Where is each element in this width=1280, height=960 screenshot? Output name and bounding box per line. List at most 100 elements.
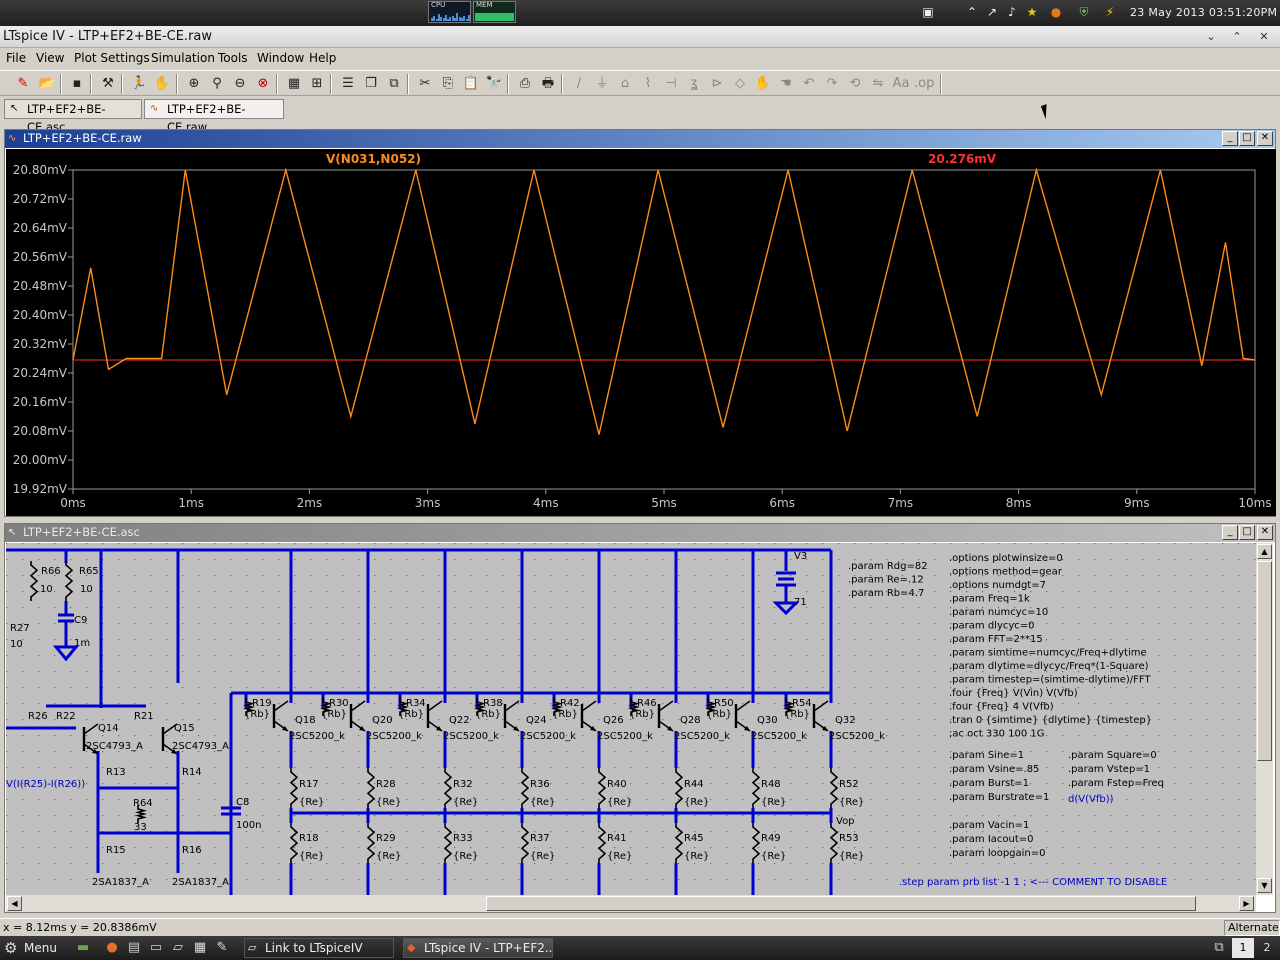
tile-horizontal-icon[interactable]: ☰ [338, 74, 358, 94]
diode-icon[interactable]: ⊳ [707, 74, 727, 94]
part-label: R40 [607, 779, 627, 790]
monitor-icon[interactable]: ▣ [920, 4, 936, 20]
tile-vertical-icon[interactable]: ⧉ [384, 74, 404, 94]
undo-icon[interactable]: ↶ [799, 74, 819, 94]
label-net-icon[interactable]: ⌂ [615, 74, 635, 94]
app-title-bar[interactable]: LTspice IV - LTP+EF2+BE-CE.raw ⌄ ⌃ ✕ [0, 26, 1280, 48]
trace-v-n031-n052[interactable] [72, 167, 1256, 435]
close-icon[interactable]: ✕ [1256, 29, 1272, 45]
new-schematic-icon[interactable]: ✎ [13, 74, 33, 94]
horizontal-scrollbar[interactable]: ◀ ▶ [6, 895, 1256, 912]
waveform-plot[interactable]: V(N031,N052) 20.276mV 20.80mV 20.72mV 20.6… [6, 149, 1276, 516]
menu-window[interactable]: Window [257, 51, 304, 65]
schematic-window[interactable]: ↖ LTP+EF2+BE-CE.asc _ □ ✕ R66 10 R65 10 C9 1m… [4, 523, 1276, 913]
menu-file[interactable]: File [6, 51, 26, 65]
menu-plot-settings[interactable]: Plot Settings [74, 51, 150, 65]
scroll-up-icon[interactable]: ▲ [1257, 544, 1272, 559]
minimize-icon[interactable]: _ [1222, 131, 1238, 146]
rotate-icon[interactable]: ⟲ [845, 74, 865, 94]
redo-icon[interactable]: ↷ [822, 74, 842, 94]
grid-icon[interactable]: ⊞ [307, 74, 327, 94]
network-icon[interactable]: ↗ [984, 4, 1000, 20]
task-ltspice[interactable]: ◆ LTspice IV - LTP+EF2... [403, 938, 553, 958]
scroll-right-icon[interactable]: ▶ [1239, 896, 1254, 911]
menu-tools[interactable]: Tools [218, 51, 248, 65]
show-desktop-icon[interactable]: ▬ [74, 939, 92, 957]
workspace-1[interactable]: 1 [1232, 938, 1254, 958]
save-icon[interactable]: ▪ [67, 74, 87, 94]
tab-waveform[interactable]: ∿ LTP+EF2+BE-CE.raw [144, 99, 284, 134]
vertical-scroll-thumb[interactable] [1257, 561, 1272, 761]
capacitor-icon[interactable]: ⊣ [661, 74, 681, 94]
memory-meter[interactable]: MEM [473, 1, 516, 23]
maximize-icon[interactable]: ⌃ [1229, 29, 1245, 45]
waveform-chart[interactable]: V(N031,N052) 20.276mV 20.80mV 20.72mV 20.6… [6, 149, 1276, 516]
find-icon[interactable]: 🔭 [484, 74, 504, 94]
zoom-out-icon[interactable]: ⊖ [230, 74, 250, 94]
window-list-icon[interactable]: ⧉ [1210, 939, 1228, 957]
star-icon[interactable]: ★ [1024, 4, 1040, 20]
clock[interactable]: 23 May 2013 03:51:20PM [1130, 6, 1277, 19]
schematic-canvas[interactable]: R66 10 R65 10 C9 1m R27 10 R26 R22 R21 Q14 2SC4793_A… [6, 543, 1256, 895]
mirror-icon[interactable]: ⇋ [868, 74, 888, 94]
cpu-meter[interactable]: CPU [428, 1, 471, 23]
text-editor-icon[interactable]: ✎ [213, 939, 231, 957]
tab-schematic[interactable]: ↖ LTP+EF2+BE-CE.asc [4, 99, 142, 134]
menu-simulation[interactable]: Simulation [151, 51, 215, 65]
cascade-icon[interactable]: ❐ [361, 74, 381, 94]
volume-icon[interactable]: ♪ [1004, 4, 1020, 20]
power-icon[interactable]: ⚡ [1102, 4, 1118, 20]
spice-directive-icon[interactable]: .op [914, 74, 934, 94]
calculator-icon[interactable]: ▦ [191, 939, 209, 957]
close-icon[interactable]: ✕ [1257, 131, 1273, 146]
paste-icon[interactable]: 📋 [461, 74, 481, 94]
run-icon[interactable]: 🏃 [129, 74, 149, 94]
autorange-icon[interactable]: ▦ [284, 74, 304, 94]
task-link-to-ltspice[interactable]: ▱ Link to LTspiceIV [244, 938, 394, 958]
menu-view[interactable]: View [36, 51, 64, 65]
horizontal-scroll-thumb[interactable] [486, 896, 1196, 911]
cut-icon[interactable]: ✂ [415, 74, 435, 94]
menu-help[interactable]: Help [309, 51, 336, 65]
zoom-fit-icon[interactable]: ⊗ [253, 74, 273, 94]
close-icon[interactable]: ✕ [1257, 525, 1273, 540]
open-folder-icon[interactable]: 📂 [37, 74, 57, 94]
pan-icon[interactable]: ⚲ [207, 74, 227, 94]
control-panel-icon[interactable]: ⚒ [98, 74, 118, 94]
schematic-window-title-bar[interactable]: ↖ LTP+EF2+BE-CE.asc _ □ ✕ [5, 524, 1275, 542]
vertical-scrollbar[interactable]: ▲ ▼ [1256, 543, 1273, 895]
draw-wire-icon[interactable]: ∕ [569, 74, 589, 94]
drag-icon[interactable]: ☚ [776, 74, 796, 94]
inductor-icon[interactable]: ʓ [684, 74, 704, 94]
firefox-tray-icon[interactable]: ● [1048, 4, 1064, 20]
param-line: .param Vacin=1 [949, 820, 1029, 831]
move-icon[interactable]: ✋ [753, 74, 773, 94]
folder-icon[interactable]: ▱ [169, 939, 187, 957]
chevron-up-icon[interactable]: ⌃ [964, 4, 980, 20]
maximize-icon[interactable]: □ [1239, 525, 1255, 540]
component-icon[interactable]: ◇ [730, 74, 750, 94]
waveform-window-title-bar[interactable]: ∿ LTP+EF2+BE-CE.raw _ □ ✕ [5, 130, 1275, 148]
waveform-window[interactable]: ∿ LTP+EF2+BE-CE.raw _ □ ✕ V(N031,N052) 2… [4, 129, 1276, 517]
file-manager-icon[interactable]: ▭ [147, 939, 165, 957]
copy-icon[interactable]: ⎘ [438, 74, 458, 94]
scroll-left-icon[interactable]: ◀ [7, 896, 22, 911]
minimize-icon[interactable]: _ [1222, 525, 1238, 540]
shield-icon[interactable]: ⛨ [1076, 4, 1092, 20]
trace-label[interactable]: V(N031,N052) [326, 152, 421, 166]
firefox-icon[interactable]: ● [103, 939, 121, 957]
text-icon[interactable]: Aa [891, 74, 911, 94]
scroll-down-icon[interactable]: ▼ [1257, 878, 1272, 893]
zoom-area-icon[interactable]: ⊕ [184, 74, 204, 94]
minimize-icon[interactable]: ⌄ [1203, 29, 1219, 45]
start-menu-button[interactable]: ⚙ Menu [4, 939, 57, 957]
terminal-icon[interactable]: ▤ [125, 939, 143, 957]
workspace-2[interactable]: 2 [1256, 938, 1278, 958]
print-icon[interactable]: 🖶 [538, 74, 558, 94]
ground-icon[interactable]: ⏚ [592, 74, 612, 94]
print-preview-icon[interactable]: ⎙ [515, 74, 535, 94]
schematic-drawing[interactable]: R66 10 R65 10 C9 1m R27 10 R26 R22 R21 Q14 2SC4793_A… [6, 543, 1256, 895]
halt-icon[interactable]: ✋ [152, 74, 172, 94]
resistor-icon[interactable]: ⌇ [638, 74, 658, 94]
maximize-icon[interactable]: □ [1239, 131, 1255, 146]
